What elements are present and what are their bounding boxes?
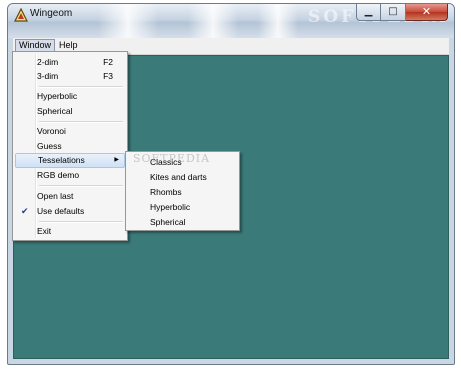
menu-item-label: Kites and darts — [150, 172, 207, 182]
maximize-button[interactable]: □ — [381, 4, 406, 21]
menu-item-label: RGB demo — [37, 170, 80, 180]
app-icon[interactable] — [14, 8, 28, 22]
checkmark-icon: ✔ — [21, 206, 29, 216]
maximize-icon: □ — [388, 6, 398, 17]
menu-item-open-last[interactable]: Open last — [15, 189, 125, 204]
window-menu: 2-dim F2 3-dim F3 Hyperbolic Spherical V… — [12, 51, 128, 241]
menu-item-label: Use defaults — [37, 206, 85, 216]
submenu-item-spherical[interactable]: Spherical — [128, 215, 237, 230]
menu-item-rgb-demo[interactable]: RGB demo — [15, 168, 125, 183]
titlebar-glass-streak — [258, 4, 298, 38]
menu-item-label: 2-dim — [37, 57, 59, 67]
menu-item-guess[interactable]: Guess — [15, 139, 125, 154]
menu-item-label: Voronoi — [37, 126, 66, 136]
menu-item-label: Spherical — [150, 217, 186, 227]
menu-item-label: Open last — [37, 191, 74, 201]
close-icon: ✕ — [421, 5, 432, 18]
menu-separator — [39, 185, 123, 187]
menu-item-shortcut: F3 — [103, 71, 113, 81]
menu-item-label: Hyperbolic — [37, 91, 78, 101]
tesselations-submenu: Classics Kites and darts Rhombs Hyperbol… — [125, 151, 240, 231]
menu-separator — [39, 121, 123, 123]
menu-item-3-dim[interactable]: 3-dim F3 — [15, 69, 125, 84]
submenu-item-classics[interactable]: Classics — [128, 155, 237, 170]
menu-item-label: Tesselations — [38, 155, 85, 165]
menu-item-shortcut: F2 — [103, 57, 113, 67]
submenu-arrow-icon: ▶ — [114, 157, 119, 163]
minimize-icon: ▁ — [364, 6, 373, 17]
submenu-item-kites-and-darts[interactable]: Kites and darts — [128, 170, 237, 185]
caption-buttons: ▁ □ ✕ — [356, 4, 448, 22]
menu-item-label: Spherical — [37, 106, 73, 116]
menu-item-2-dim[interactable]: 2-dim F2 — [15, 55, 125, 70]
menu-separator — [39, 86, 123, 88]
menu-item-label: Rhombs — [150, 187, 182, 197]
menu-item-label: Classics — [150, 157, 182, 167]
menu-item-label: Hyperbolic — [150, 202, 191, 212]
menu-item-label: Exit — [37, 226, 52, 236]
menu-item-hyperbolic[interactable]: Hyperbolic — [15, 89, 125, 104]
close-button[interactable]: ✕ — [406, 4, 448, 21]
menu-item-exit[interactable]: Exit — [15, 224, 125, 239]
menu-item-voronoi[interactable]: Voronoi — [15, 124, 125, 139]
minimize-button[interactable]: ▁ — [356, 4, 381, 21]
menu-item-spherical[interactable]: Spherical — [15, 104, 125, 119]
titlebar-glass-streak — [98, 4, 158, 38]
menu-separator — [39, 221, 123, 223]
title-bar[interactable]: SOFTPEDIA Wingeom ▁ □ ✕ — [8, 4, 454, 38]
submenu-item-hyperbolic[interactable]: Hyperbolic — [128, 200, 237, 215]
menu-item-label: Guess — [37, 141, 62, 151]
menu-item-use-defaults[interactable]: ✔ Use defaults — [15, 204, 125, 219]
menu-item-label: 3-dim — [37, 71, 59, 81]
window-title: Wingeom — [30, 8, 73, 19]
menu-item-tesselations[interactable]: Tesselations ▶ — [15, 153, 125, 168]
submenu-item-rhombs[interactable]: Rhombs — [128, 185, 237, 200]
titlebar-glass-streak — [188, 4, 238, 38]
